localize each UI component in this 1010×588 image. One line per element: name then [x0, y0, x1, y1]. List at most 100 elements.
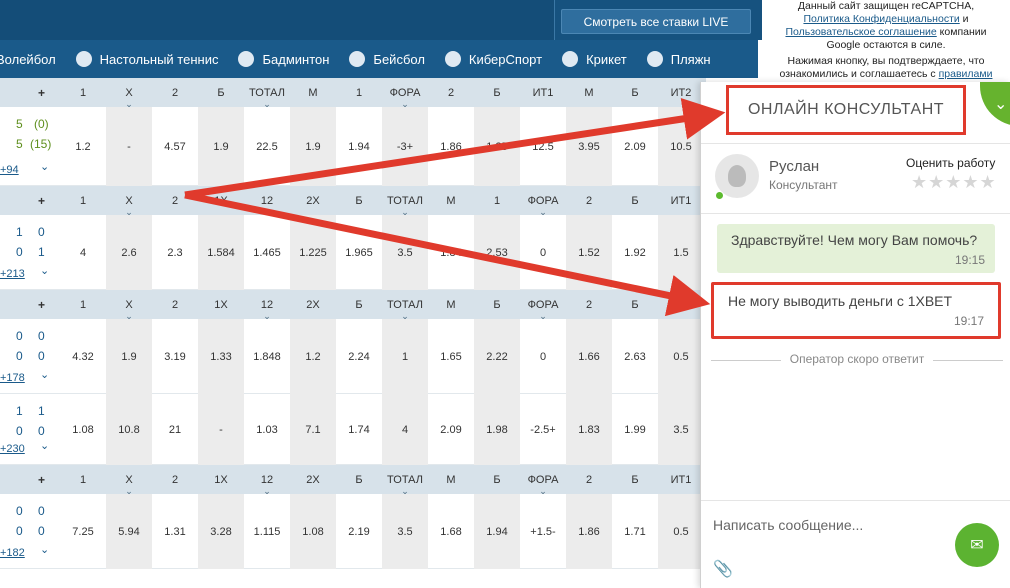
odds-cell[interactable]: 3.28 — [198, 494, 244, 569]
chevron-down-icon[interactable]: ⌄ — [40, 543, 49, 556]
column-header[interactable]: 2X — [290, 465, 336, 494]
terms-link[interactable]: Пользовательское соглашение — [786, 26, 937, 38]
column-header[interactable]: ИТ2 — [658, 78, 704, 107]
column-header[interactable]: 1X — [198, 465, 244, 494]
column-header[interactable]: ТОТАЛ — [382, 186, 428, 215]
column-header[interactable]: Б — [336, 186, 382, 215]
column-header[interactable]: 2 — [152, 465, 198, 494]
expand-icon[interactable]: + — [38, 186, 45, 215]
odds-cell[interactable]: 1.31 — [152, 494, 198, 569]
sport-tab[interactable]: Пляжн — [637, 40, 721, 78]
column-header[interactable]: 12 — [244, 186, 290, 215]
odds-cell[interactable]: 1.2 — [60, 107, 106, 186]
odds-cell[interactable]: 2.53 — [474, 215, 520, 290]
odds-cell[interactable]: 1.33 — [198, 319, 244, 394]
odds-cell[interactable]: 2.24 — [336, 319, 382, 394]
odds-cell[interactable]: 1.94 — [474, 494, 520, 569]
column-header[interactable]: 2 — [428, 78, 474, 107]
odds-cell[interactable]: 1.08 — [290, 494, 336, 569]
odds-cell[interactable]: 4.32 — [60, 319, 106, 394]
odds-cell[interactable]: 4.57 — [152, 107, 198, 186]
odds-cell[interactable]: 1.9 — [198, 107, 244, 186]
column-header[interactable]: 2 — [566, 465, 612, 494]
odds-cell[interactable]: -2.5+ — [520, 394, 566, 465]
sport-tab[interactable]: Волейбол — [0, 40, 66, 78]
odds-cell[interactable]: 2.09 — [612, 107, 658, 186]
sport-tab[interactable]: Бейсбол — [339, 40, 435, 78]
column-header[interactable]: ТОТАЛ — [382, 465, 428, 494]
more-markets-link[interactable]: +94 — [0, 164, 19, 176]
odds-cell[interactable]: 1.86 — [428, 107, 474, 186]
column-header[interactable]: 1 — [60, 186, 106, 215]
odds-cell[interactable]: 2.6 — [106, 215, 152, 290]
column-header[interactable]: X — [106, 186, 152, 215]
odds-cell[interactable]: 1.98 — [474, 394, 520, 465]
column-header[interactable]: 1 — [336, 78, 382, 107]
column-header[interactable]: 2 — [566, 290, 612, 319]
odds-cell[interactable]: 1.52 — [566, 215, 612, 290]
odds-cell[interactable]: 1.94 — [336, 107, 382, 186]
odds-cell[interactable]: 1.03 — [244, 394, 290, 465]
odds-cell[interactable]: 3.5 — [382, 215, 428, 290]
odds-cell[interactable]: 2.19 — [336, 494, 382, 569]
column-header[interactable]: ИТ1 — [520, 78, 566, 107]
column-header[interactable]: М — [428, 186, 474, 215]
odds-cell[interactable]: 5.94 — [106, 494, 152, 569]
attach-icon[interactable]: 📎 — [713, 559, 733, 579]
chevron-down-icon[interactable]: ⌄ — [40, 368, 49, 381]
odds-cell[interactable]: 1.9 — [290, 107, 336, 186]
odds-cell[interactable]: 4 — [382, 394, 428, 465]
odds-cell[interactable]: 1.2 — [290, 319, 336, 394]
chevron-down-icon[interactable]: ⌄ — [40, 264, 49, 277]
odds-cell[interactable]: 3.5 — [382, 494, 428, 569]
sport-tab[interactable]: Настольный теннис — [66, 40, 229, 78]
odds-cell[interactable]: 1.465 — [244, 215, 290, 290]
column-header[interactable]: Б — [336, 465, 382, 494]
column-header[interactable]: Б — [474, 465, 520, 494]
column-header[interactable]: Б — [198, 78, 244, 107]
odds-cell[interactable]: 1.74 — [336, 394, 382, 465]
sport-tab[interactable]: КиберСпорт — [435, 40, 552, 78]
expand-icon[interactable]: + — [38, 78, 45, 107]
column-header[interactable]: 2X — [290, 290, 336, 319]
column-header[interactable]: 1X — [198, 186, 244, 215]
odds-cell[interactable]: 10.8 — [106, 394, 152, 465]
column-header[interactable]: Б — [474, 290, 520, 319]
odds-cell[interactable]: +1.5- — [520, 494, 566, 569]
odds-cell[interactable]: 1.71 — [612, 494, 658, 569]
column-header[interactable]: ТОТАЛ — [382, 290, 428, 319]
odds-cell[interactable]: 1 — [382, 319, 428, 394]
column-header[interactable]: М — [428, 465, 474, 494]
chevron-down-icon[interactable]: ⌄ — [40, 160, 49, 173]
odds-cell[interactable]: 1.225 — [290, 215, 336, 290]
odds-cell[interactable]: 12.5 — [520, 107, 566, 186]
expand-icon[interactable]: + — [38, 290, 45, 319]
odds-cell[interactable]: 1.83 — [566, 394, 612, 465]
odds-cell[interactable]: 0 — [520, 319, 566, 394]
column-header[interactable]: 2 — [152, 78, 198, 107]
odds-cell[interactable]: 1.66 — [566, 319, 612, 394]
more-markets-link[interactable]: +213 — [0, 268, 25, 280]
column-header[interactable]: Б — [612, 186, 658, 215]
column-header[interactable]: ИТ1 — [658, 186, 704, 215]
column-header[interactable]: X — [106, 290, 152, 319]
column-header[interactable]: Б — [612, 465, 658, 494]
odds-cell[interactable]: 1.5 — [658, 215, 704, 290]
column-header[interactable]: ФОРА — [520, 465, 566, 494]
column-header[interactable]: ИТ1 — [658, 465, 704, 494]
column-header[interactable]: Б — [612, 78, 658, 107]
odds-cell[interactable]: 1.85 — [474, 107, 520, 186]
more-markets-link[interactable]: +182 — [0, 547, 25, 559]
odds-cell[interactable]: 1.99 — [612, 394, 658, 465]
column-header[interactable]: М — [566, 78, 612, 107]
odds-cell[interactable]: 22.5 — [244, 107, 290, 186]
odds-cell[interactable]: 3.5 — [658, 394, 704, 465]
odds-cell[interactable]: 3.19 — [152, 319, 198, 394]
column-header[interactable]: 2X — [290, 186, 336, 215]
odds-cell[interactable]: 1.84 — [428, 215, 474, 290]
odds-cell[interactable]: 1.115 — [244, 494, 290, 569]
rating-stars[interactable]: ★★★★★ — [911, 172, 997, 193]
odds-cell[interactable]: -3+ — [382, 107, 428, 186]
odds-cell[interactable]: 1.584 — [198, 215, 244, 290]
chat-collapse-icon[interactable]: ⌄ — [980, 82, 1010, 126]
